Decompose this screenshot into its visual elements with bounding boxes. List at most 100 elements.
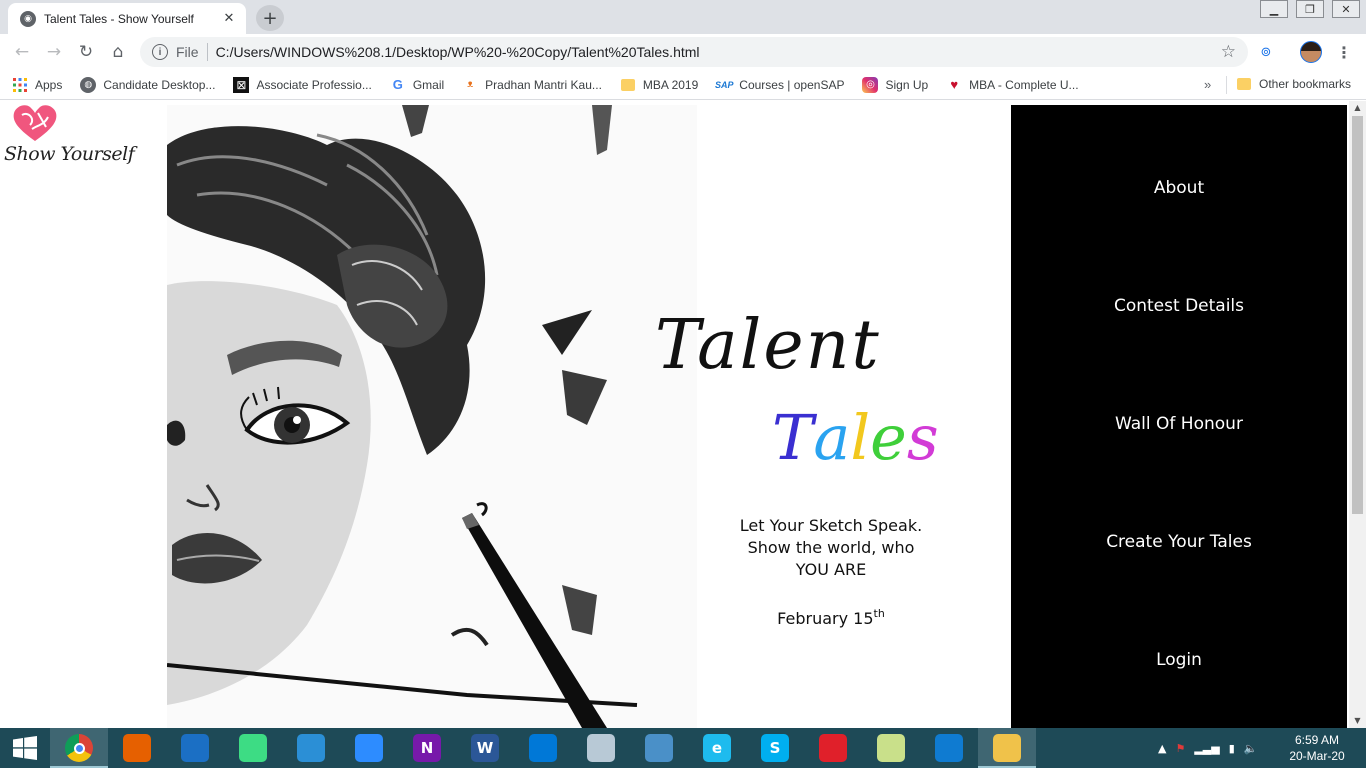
title-talent: Talent xyxy=(655,306,881,385)
taskbar-app-skype[interactable]: S xyxy=(746,728,804,768)
signal-icon[interactable]: ▂▃▅ xyxy=(1194,742,1219,755)
battery-icon[interactable]: ▮ xyxy=(1229,742,1235,755)
taskbar-app-zoom[interactable] xyxy=(340,728,398,768)
taskbar-app-internet-explorer[interactable]: e xyxy=(688,728,746,768)
scroll-down-icon[interactable]: ▼ xyxy=(1349,714,1366,728)
home-icon[interactable]: ⌂ xyxy=(102,36,134,68)
tagline-line: Let Your Sketch Speak. xyxy=(739,516,923,535)
nav-login[interactable]: Login xyxy=(1011,650,1347,670)
bookmark-label: Pradhan Mantri Kau... xyxy=(485,77,602,92)
taskbar-app-eclipse-moon[interactable] xyxy=(166,728,224,768)
nav-about[interactable]: About xyxy=(1011,178,1347,198)
taskbar-app-edge[interactable] xyxy=(920,728,978,768)
taskbar-app-firefox[interactable] xyxy=(108,728,166,768)
taskbar-app-snipping-tool[interactable] xyxy=(572,728,630,768)
bookmark-mba-complete[interactable]: ♥ MBA - Complete U... xyxy=(946,77,1078,93)
bookmark-label: Gmail xyxy=(412,77,445,92)
volume-icon[interactable]: 🔈 xyxy=(1244,742,1258,755)
folder-icon xyxy=(993,734,1021,762)
contest-date: February 15th xyxy=(720,607,942,628)
ie-icon: e xyxy=(703,734,731,762)
profile-avatar[interactable] xyxy=(1300,41,1322,63)
title-tales-letter: l xyxy=(850,401,871,474)
tray-chevron-icon[interactable]: ▲ xyxy=(1158,742,1166,755)
bookmark-mba-2019[interactable]: MBA 2019 xyxy=(620,77,698,93)
notes-icon xyxy=(877,734,905,762)
browser-toolbar: ← → ↻ ⌂ i File C:/Users/WINDOWS%208.1/De… xyxy=(0,34,1366,70)
new-tab-button[interactable]: + xyxy=(256,5,284,31)
taskbar-app-word[interactable]: W xyxy=(456,728,514,768)
taskbar-app-file-explorer[interactable] xyxy=(978,728,1036,768)
taskbar-app-android-studio[interactable] xyxy=(224,728,282,768)
nav-wall-of-honour[interactable]: Wall Of Honour xyxy=(1011,414,1347,434)
url-separator xyxy=(206,43,208,61)
minimize-button[interactable]: ▁ xyxy=(1260,0,1288,18)
start-button[interactable] xyxy=(0,728,50,768)
taskbar-app-sticky-notes[interactable] xyxy=(862,728,920,768)
taskbar-app-frame-app[interactable] xyxy=(282,728,340,768)
info-icon[interactable]: i xyxy=(152,44,168,60)
close-window-button[interactable]: ✕ xyxy=(1332,0,1360,18)
bookmark-gmail[interactable]: G Gmail xyxy=(390,77,444,93)
restore-button[interactable]: ❐ xyxy=(1296,0,1324,18)
extension-icon[interactable]: ⊚ xyxy=(1256,42,1276,62)
monitor-icon xyxy=(645,734,673,762)
heart-logo-icon xyxy=(13,105,57,141)
bookmark-star-icon[interactable]: ☆ xyxy=(1221,42,1236,62)
scrollbar-thumb[interactable] xyxy=(1352,116,1363,514)
vertical-scrollbar[interactable]: ▲ ▼ xyxy=(1349,101,1366,728)
bookmark-pradhan-mantri[interactable]: ᴥ Pradhan Mantri Kau... xyxy=(462,77,602,93)
heart-logo-icon: ♥ xyxy=(950,77,959,92)
google-icon: G xyxy=(392,77,403,92)
taskbar-app-onenote[interactable]: N xyxy=(398,728,456,768)
bookmark-associate-professional[interactable]: ⊠ Associate Professio... xyxy=(233,76,372,93)
edge-icon xyxy=(935,734,963,762)
address-bar[interactable]: i File C:/Users/WINDOWS%208.1/Desktop/WP… xyxy=(140,37,1248,67)
nav-contest-details[interactable]: Contest Details xyxy=(1011,296,1347,316)
taskbar-app-remote-desktop[interactable] xyxy=(630,728,688,768)
onenote-icon: N xyxy=(413,734,441,762)
bookmark-label: Associate Professio... xyxy=(256,77,372,92)
site-logo[interactable]: Show Yourself xyxy=(4,103,149,183)
scroll-up-icon[interactable]: ▲ xyxy=(1349,101,1366,115)
bookmark-label: Other bookmarks xyxy=(1259,77,1352,91)
globe-favicon-icon: ◉ xyxy=(20,10,36,27)
bookmark-sign-up[interactable]: ◎ Sign Up xyxy=(862,76,928,93)
taskbar-app-vscode[interactable] xyxy=(514,728,572,768)
url-text[interactable]: C:/Users/WINDOWS%208.1/Desktop/WP%20-%20… xyxy=(216,44,1221,60)
bookmark-label: Apps xyxy=(35,77,63,92)
date-text: February 15 xyxy=(777,609,874,628)
globe-icon: ◍ xyxy=(80,76,97,93)
bookmark-opensap[interactable]: SAP Courses | openSAP xyxy=(715,77,844,93)
nav-create-your-tales[interactable]: Create Your Tales xyxy=(1011,532,1347,552)
taskbar-clock[interactable]: 6:59 AM 20-Mar-20 xyxy=(1282,732,1352,764)
clock-time: 6:59 AM xyxy=(1294,733,1340,747)
folder-icon xyxy=(1236,76,1252,92)
bookmarks-bar: Apps ◍ Candidate Desktop... ⊠ Associate … xyxy=(0,70,1366,100)
tab-title: Talent Tales - Show Yourself xyxy=(44,11,194,26)
reload-icon[interactable]: ↻ xyxy=(70,36,102,68)
taskbar-app-chrome[interactable] xyxy=(50,728,108,768)
scissors-icon xyxy=(587,734,615,762)
window-controls: ▁ ❐ ✕ xyxy=(1260,0,1360,18)
forward-arrow-icon[interactable]: → xyxy=(38,36,70,68)
chrome-menu-icon[interactable]: ⋮ xyxy=(1334,40,1354,64)
bookmark-apps[interactable]: Apps xyxy=(12,77,62,93)
bookmark-candidate-desktop[interactable]: ◍ Candidate Desktop... xyxy=(80,76,215,93)
more-bookmarks-chevron-icon[interactable]: » xyxy=(1204,77,1211,92)
title-tales-letter: e xyxy=(870,401,907,474)
network-flag-icon[interactable]: ⚑ xyxy=(1175,742,1185,755)
moon-icon xyxy=(181,734,209,762)
browser-tab[interactable]: ◉ Talent Tales - Show Yourself ✕ xyxy=(8,3,246,34)
skype-icon: S xyxy=(761,734,789,762)
pattern-icon: ⊠ xyxy=(233,76,250,93)
close-tab-icon[interactable]: ✕ xyxy=(220,11,238,26)
tagline-line: Show the world, who xyxy=(747,538,915,557)
chrome-icon xyxy=(65,734,93,762)
frame-icon xyxy=(297,734,325,762)
other-bookmarks[interactable]: Other bookmarks xyxy=(1236,76,1351,92)
video-camera-icon xyxy=(355,734,383,762)
vscode-icon xyxy=(529,734,557,762)
back-arrow-icon[interactable]: ← xyxy=(6,36,38,68)
taskbar-app-downloader[interactable] xyxy=(804,728,862,768)
